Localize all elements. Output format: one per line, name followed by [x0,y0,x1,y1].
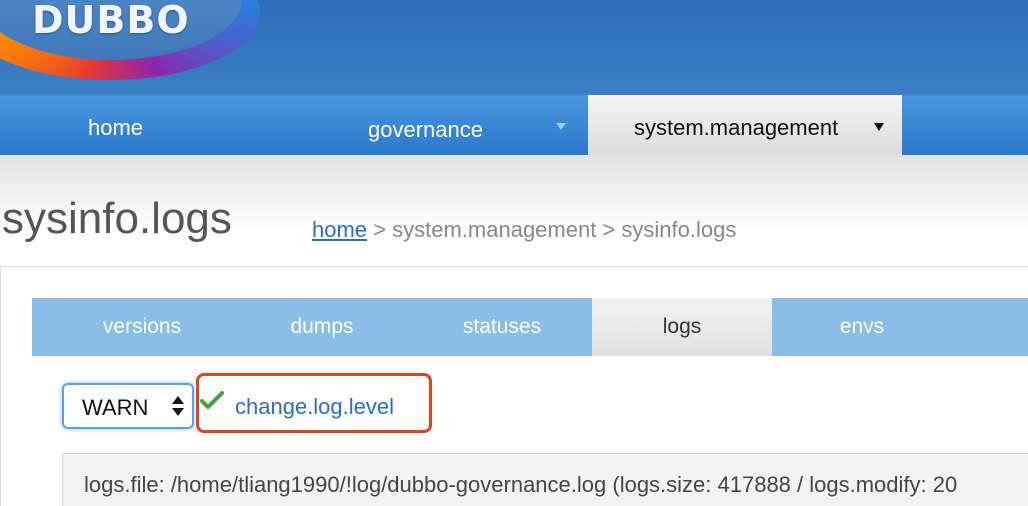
tab-envs[interactable]: envs [772,298,952,356]
main-nav: home governance system.management [0,95,1028,155]
log-file-info: logs.file: /home/tliang1990/!log/dubbo-g… [84,472,958,497]
nav-governance[interactable]: governance [368,95,483,155]
app-header: DUBBO [0,0,1028,95]
checkmark-icon [200,391,224,409]
nav-system-management[interactable]: system.management [588,95,902,155]
select-arrows-icon [172,394,184,420]
change-log-level-link[interactable]: change.log.level [235,394,394,420]
dubbo-logo[interactable]: DUBBO [32,0,190,42]
tab-statuses[interactable]: statuses [412,298,592,356]
log-level-value: WARN [82,395,149,420]
caret-down-icon[interactable] [874,123,884,131]
page-title: sysinfo.logs [2,194,232,243]
breadcrumb-home-link[interactable]: home [312,217,367,242]
chevron-down-icon[interactable] [556,123,566,130]
nav-home[interactable]: home [88,95,143,155]
tab-versions[interactable]: versions [52,298,232,356]
tab-dumps[interactable]: dumps [232,298,412,356]
tab-bar: versions dumps statuses logs envs [32,298,1028,356]
tab-logs[interactable]: logs [592,298,772,356]
breadcrumb-path: > system.management > sysinfo.logs [367,217,737,242]
breadcrumb: home > system.management > sysinfo.logs [312,217,736,243]
log-level-select[interactable]: WARN [62,383,194,429]
